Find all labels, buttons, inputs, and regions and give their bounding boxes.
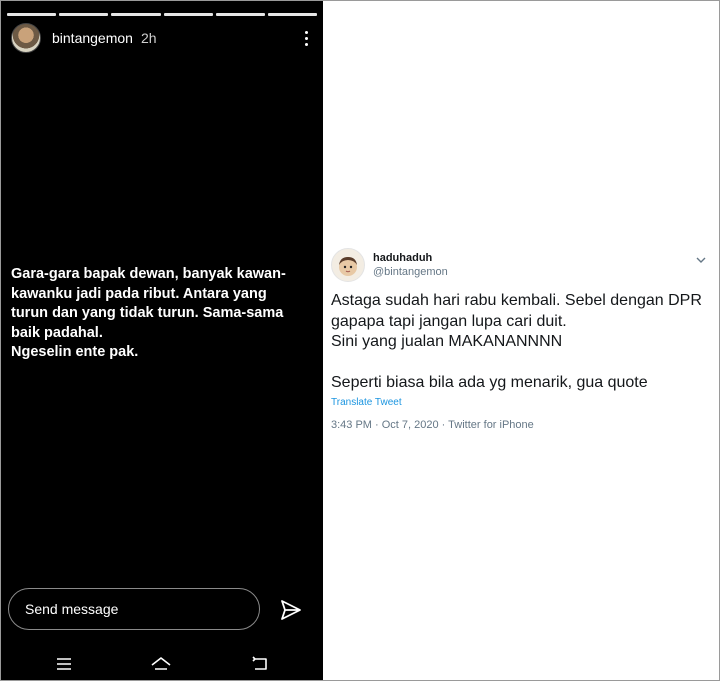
avatar[interactable] (11, 23, 41, 53)
story-username[interactable]: bintangemon (52, 30, 133, 46)
home-icon[interactable] (150, 655, 172, 673)
tweet-text-line: Seperti biasa bila ada yg menarik, gua q… (331, 374, 648, 391)
progress-segment (215, 13, 265, 16)
tweet-text-line: gapapa tapi jangan lupa cari duit. (331, 312, 567, 330)
story-text-line: kawanku jadi pada ribut. Antara yang (11, 285, 267, 302)
chevron-down-icon[interactable] (695, 255, 707, 265)
story-timestamp: 2h (140, 30, 157, 46)
android-nav-bar (1, 649, 323, 679)
tweet-text: Astaga sudah hari rabu kembali. Sebel de… (331, 291, 711, 394)
send-message-field-wrapper (8, 588, 260, 630)
tweet-panel: haduhaduh @bintangemon Astaga sudah hari… (323, 1, 719, 680)
display-name[interactable]: haduhaduh (373, 252, 448, 264)
story-text-line: turun dan yang tidak turun. Sama-sama (11, 305, 284, 321)
dot (304, 36, 308, 40)
tweet-meta: 3:43 PM · Oct 7, 2020 · Twitter for iPho… (331, 419, 534, 431)
send-message-input[interactable] (23, 600, 247, 618)
progress-segment (59, 13, 109, 16)
story-text: Gara-gara bapak dewan, banyak kawan- kaw… (11, 265, 311, 363)
progress-segment (163, 13, 213, 16)
dot (304, 30, 308, 34)
story-text-line: Ngeselin ente pak. (11, 344, 139, 360)
progress-segment (267, 13, 318, 16)
translate-tweet-link[interactable]: Translate Tweet (331, 397, 402, 408)
back-icon[interactable] (249, 655, 271, 673)
tweet-text-line: Astaga sudah hari rabu kembali. Sebel de… (331, 292, 702, 309)
tweet-header: haduhaduh @bintangemon (331, 247, 711, 283)
story-header: bintangemon 2h (11, 23, 313, 53)
progress-segment (7, 13, 57, 16)
dot (304, 42, 308, 46)
story-progress-bar (7, 13, 318, 16)
tweet-author: haduhaduh @bintangemon (373, 252, 448, 278)
menu-icon[interactable] (53, 655, 75, 673)
instagram-story-panel: bintangemon 2h Gara-gara bapak dewan, ba… (1, 1, 323, 680)
more-vertical-icon[interactable] (299, 27, 313, 49)
avatar-illustration (339, 257, 357, 276)
paper-plane-icon[interactable] (279, 598, 303, 622)
story-text-line: Gara-gara bapak dewan, banyak kawan- (11, 266, 286, 282)
progress-segment (111, 13, 161, 16)
tweet-text-line: Sini yang jualan MAKANANNNN (331, 333, 563, 350)
avatar[interactable] (331, 248, 365, 282)
story-text-line: baik padahal. (11, 324, 103, 341)
handle[interactable]: @bintangemon (373, 266, 448, 278)
tweet-text-line-blank (331, 353, 711, 374)
